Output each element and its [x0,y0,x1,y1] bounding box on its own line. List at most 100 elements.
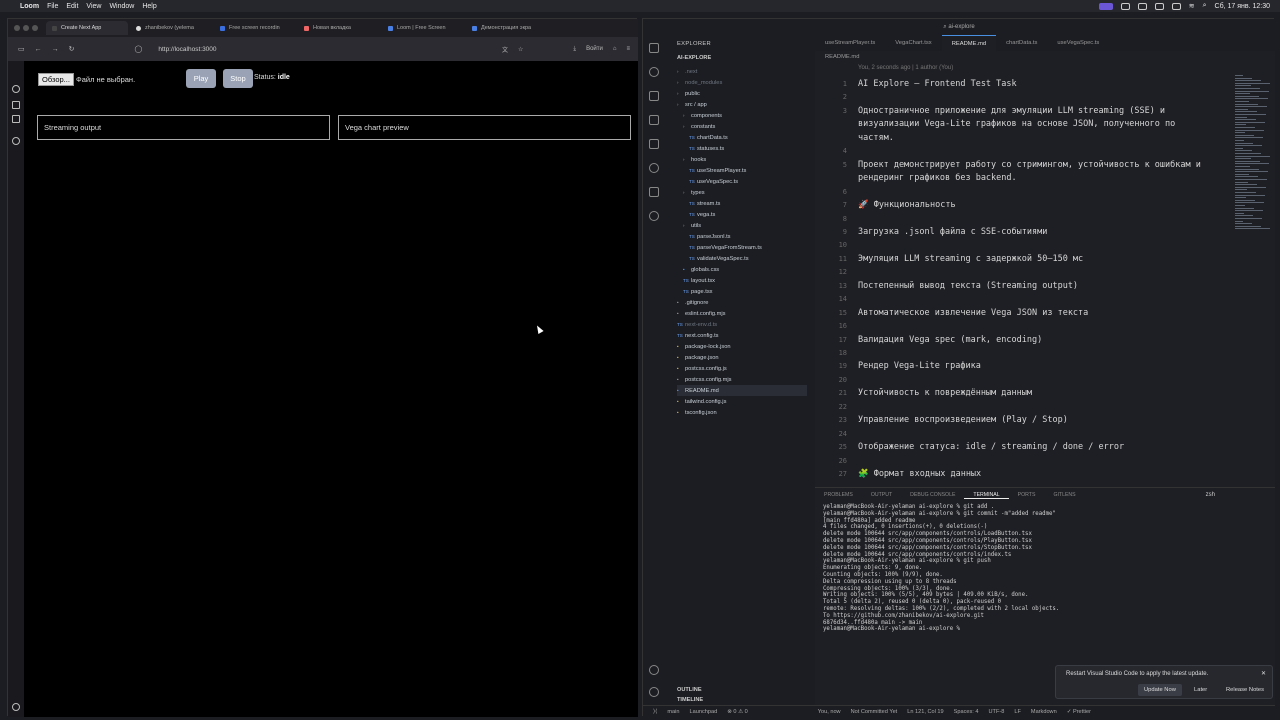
translate-icon[interactable]: 文 [502,45,508,54]
status-position[interactable]: Ln 121, Col 19 [907,709,943,715]
tree-item[interactable]: › .next [677,66,697,77]
tree-item[interactable]: TS vega.ts [689,209,715,220]
stop-button[interactable]: Stop [223,69,253,88]
bookmark-star-icon[interactable]: ☆ [518,46,523,53]
manage-gear-icon[interactable] [649,687,659,697]
tree-item[interactable]: TS parseJsonl.ts [689,231,731,242]
tree-item[interactable]: TS layout.tsx [683,275,715,286]
outline-section[interactable]: OUTLINE [677,687,702,693]
panel-tab[interactable]: OUTPUT [862,492,901,498]
remote-indicator-icon[interactable]: ⟩⟨ [653,709,657,715]
menubar-app-name[interactable]: Loom [20,3,39,10]
close-window-icon[interactable] [14,25,20,31]
tree-item[interactable]: TS next.config.ts [677,330,719,341]
editor-tab[interactable]: chartData.ts [996,35,1047,51]
tree-item[interactable]: • README.md [677,385,807,396]
remote-icon[interactable] [649,187,659,197]
breadcrumb[interactable]: README.md [825,54,859,60]
sidebar-toggle-icon[interactable]: ▭ [18,45,25,53]
menu-icon[interactable]: ≡ [626,46,630,52]
tree-item[interactable]: › utils [683,220,701,231]
status-prettier[interactable]: ✓ Prettier [1067,709,1091,715]
tree-item[interactable]: TS page.tsx [683,286,713,297]
browser-tab[interactable]: Демонстрация экра [466,21,548,35]
tree-item[interactable]: › types [683,187,705,198]
browser-tab[interactable]: Loom | Free Screen [382,21,464,35]
loom-recording-icon[interactable] [1098,2,1113,10]
tree-item[interactable]: • tailwind.config.js [677,396,726,407]
run-debug-icon[interactable] [649,115,659,125]
minimap[interactable] [1233,75,1273,255]
clock[interactable]: Сб, 17 янв. 12:30 [1215,3,1270,10]
later-button[interactable]: Later [1188,684,1213,696]
reload-icon[interactable]: ↻ [69,45,75,53]
sidebar-settings-icon[interactable] [12,703,20,711]
extensions-icon[interactable] [649,139,659,149]
login-button[interactable]: Войти [586,46,603,52]
terminal-shell-label[interactable]: zsh [1206,492,1215,498]
panel-tab[interactable]: PROBLEMS [815,492,862,498]
maximize-window-icon[interactable] [32,25,38,31]
tree-item[interactable]: • package-lock.json [677,341,731,352]
back-icon[interactable]: ← [35,46,42,53]
explorer-root[interactable]: AI-EXPLORE [677,55,711,61]
editor-tab-active[interactable]: README.md [941,35,997,51]
explorer-icon[interactable] [649,43,659,53]
timeline-section[interactable]: TIMELINE [677,697,703,703]
panel-tab[interactable]: GITLENS [1044,492,1084,498]
tray-icon-2[interactable] [1137,2,1147,10]
menu-edit[interactable]: Edit [66,3,78,10]
status-problems[interactable]: ⊗ 0 ⚠ 0 [727,709,748,715]
tree-item[interactable]: › node_modules [677,77,722,88]
battery-icon[interactable] [1171,2,1181,10]
tree-item[interactable]: TS parseVegaFromStream.ts [689,242,762,253]
minimize-window-icon[interactable] [23,25,29,31]
release-notes-button[interactable]: Release Notes [1220,684,1270,696]
account-icon[interactable] [649,665,659,675]
browser-tab[interactable]: Free screen recordin [214,21,296,35]
browser-tab[interactable]: Новая вкладка [298,21,380,35]
play-button[interactable]: Play [186,69,216,88]
shield-icon[interactable]: ◯ [135,45,143,53]
panel-tab[interactable]: PORTS [1009,492,1045,498]
address-bar[interactable]: http://localhost:3000 [158,46,216,53]
menu-file[interactable]: File [47,3,58,10]
tree-item[interactable]: • eslint.config.mjs [677,308,725,319]
status-author[interactable]: You, now [818,709,841,715]
update-now-button[interactable]: Update Now [1138,684,1182,696]
tree-item[interactable]: › components [683,110,722,121]
browser-tab[interactable]: zhanibekov (yelema [130,21,212,35]
tree-item[interactable]: › constants [683,121,715,132]
tree-item[interactable]: TS stream.ts [689,198,720,209]
close-icon[interactable]: ✕ [1261,670,1266,677]
tree-item[interactable]: TS chartData.ts [689,132,728,143]
status-branch[interactable]: main [667,709,679,715]
timeline-icon[interactable] [649,211,659,221]
status-eol[interactable]: LF [1014,709,1021,715]
tree-item[interactable]: • .gitignore [677,297,708,308]
tree-item[interactable]: TS statuses.ts [689,143,724,154]
tree-item[interactable]: TS validateVegaSpec.ts [689,253,749,264]
download-icon[interactable]: ⤓ [573,46,576,53]
status-language[interactable]: Markdown [1031,709,1057,715]
tree-item[interactable]: TS useStreamPlayer.ts [689,165,746,176]
sidebar-star-icon[interactable] [12,137,20,145]
tree-item[interactable]: • postcss.config.js [677,363,727,374]
sidebar-gear-icon[interactable] [12,85,20,93]
editor-tab[interactable]: VegaChart.tsx [885,35,941,51]
panel-tab[interactable]: DEBUG CONSOLE [901,492,964,498]
menu-help[interactable]: Help [142,3,156,10]
menu-window[interactable]: Window [109,3,134,10]
tray-icon-3[interactable] [1154,2,1164,10]
status-commit[interactable]: Not Committed Yet [851,709,898,715]
tree-item[interactable]: • postcss.config.mjs [677,374,731,385]
search-icon[interactable] [649,67,659,77]
gitlens-icon[interactable] [649,163,659,173]
browser-tab[interactable]: Create Next App [46,21,128,35]
tree-item[interactable]: TS useVegaSpec.ts [689,176,738,187]
sidebar-downloads-icon[interactable] [12,101,20,109]
tray-icon-1[interactable] [1120,2,1130,10]
tree-item[interactable]: › public [677,88,700,99]
editor-tab[interactable]: useVegaSpec.ts [1047,35,1109,51]
spotlight-icon[interactable]: ⌕ [1203,2,1207,10]
